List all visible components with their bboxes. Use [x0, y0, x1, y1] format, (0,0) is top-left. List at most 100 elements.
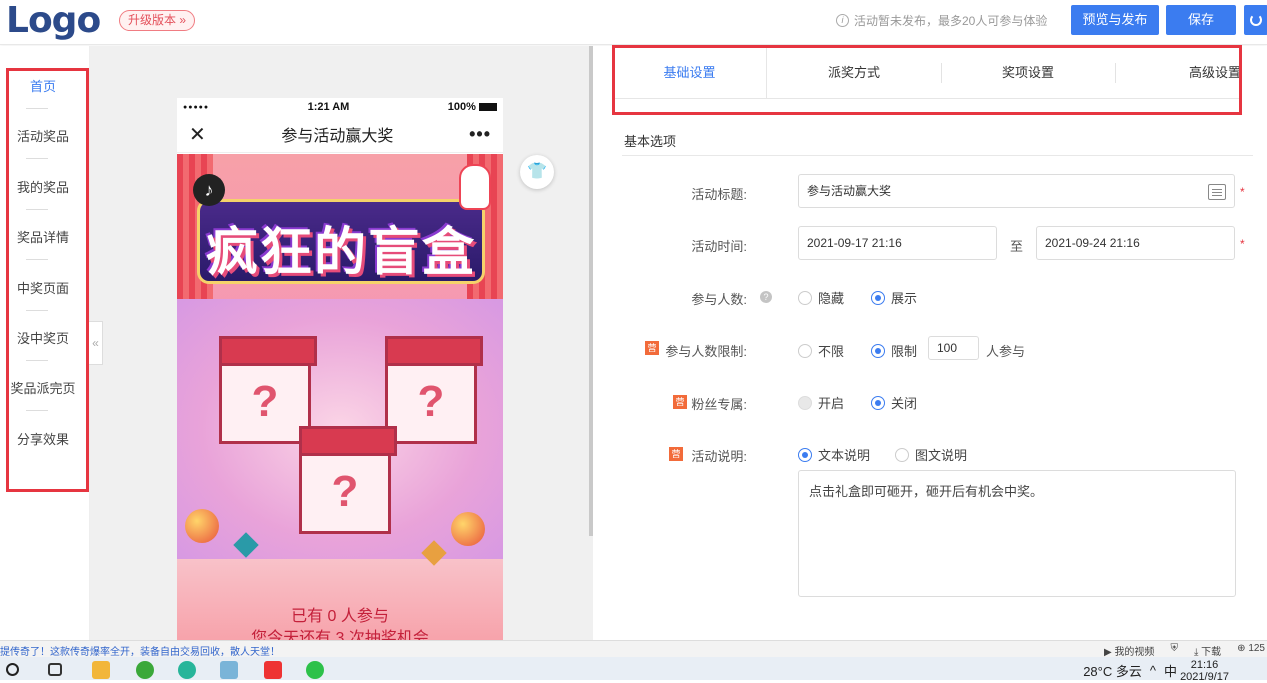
power-icon — [1250, 14, 1262, 26]
participants-show-radio[interactable]: 展示 — [871, 288, 917, 307]
radio-circle — [798, 343, 812, 358]
box-question-mark: ? — [417, 377, 445, 426]
limit-limited-radio[interactable]: 限制 — [871, 341, 917, 360]
radio-label: 展示 — [891, 291, 918, 306]
my-video-link[interactable]: ▶ 我的视频 — [1104, 643, 1154, 658]
notice-text: 活动暂未发布，最多20人可参与体验 — [854, 14, 1048, 28]
file-explorer-icon[interactable] — [92, 661, 110, 679]
system-tray: 28°C 多云 ^ 中 — [1083, 661, 1177, 680]
blind-box-banner[interactable]: 疯狂的盲盒 ♪ ? ? ? 已有 0 人参与 您今天还有 3 次抽奖机会 — [177, 154, 503, 640]
preview-publish-button[interactable]: 预览与发布 — [1071, 5, 1159, 35]
mascot-image — [459, 164, 491, 210]
more-icon[interactable]: ••• — [469, 124, 491, 145]
download-link[interactable]: ⤓ 下载 — [1194, 643, 1221, 658]
logout-button[interactable] — [1244, 5, 1267, 35]
help-icon[interactable]: ? — [760, 291, 772, 303]
radio-circle — [798, 447, 812, 462]
tabs-highlight-box — [612, 45, 1242, 115]
join-count-text: 已有 0 人参与 — [291, 608, 389, 625]
battery-percent: 100% — [447, 101, 476, 113]
app-icon[interactable] — [178, 661, 196, 679]
radio-circle — [871, 343, 885, 358]
sidebar-highlight-box — [6, 68, 89, 492]
phone-nav-bar: ✕ 参与活动赢大奖 ••• — [177, 116, 503, 153]
blind-box[interactable]: ? — [219, 336, 317, 444]
info-icon: i — [836, 14, 849, 27]
publish-notice: i 活动暂未发布，最多20人可参与体验 — [836, 12, 1047, 29]
required-mark: * — [1240, 237, 1245, 251]
fans-on-radio[interactable]: 开启 — [798, 393, 844, 412]
clock[interactable]: 21:16 2021/9/17 — [1180, 659, 1229, 683]
task-view-icon[interactable] — [48, 663, 62, 676]
activity-title-value: 参与活动赢大奖 — [807, 184, 892, 198]
logo: Logo — [6, 0, 101, 41]
upgrade-version-button[interactable]: 升级版本 » — [119, 10, 196, 31]
phone-status-bar: ●●●●● 1:21 AM 100% — [177, 98, 503, 116]
decor-ball — [451, 512, 485, 546]
desc-text-radio[interactable]: 文本说明 — [798, 445, 870, 464]
collapse-sidebar-toggle[interactable]: « — [89, 321, 103, 365]
participants-label: 参与人数: — [691, 292, 747, 307]
clock-time: 21:16 — [1190, 659, 1219, 671]
save-button[interactable]: 保存 — [1166, 5, 1236, 35]
shield-icon[interactable]: ⛨ — [1170, 643, 1178, 658]
radio-label: 关闭 — [891, 396, 918, 411]
desc-image-text-radio[interactable]: 图文说明 — [895, 445, 967, 464]
activity-title-input[interactable]: 参与活动赢大奖 — [798, 174, 1235, 208]
participants-hide-radio[interactable]: 隐藏 — [798, 288, 844, 307]
decor-ball — [185, 509, 219, 543]
section-title: 基本选项 — [624, 134, 677, 149]
signal-icon: ●●●●● — [183, 103, 210, 111]
box-question-mark: ? — [331, 467, 359, 516]
settings-panel: 基础设置 派奖方式 奖项设置 高级设置 基本选项 活动标题: 参与活动赢大奖 *… — [593, 45, 1267, 640]
phone-page-title: 参与活动赢大奖 — [281, 128, 394, 145]
phone-preview: ●●●●● 1:21 AM 100% ✕ 参与活动赢大奖 ••• 疯狂的盲盒 ♪… — [177, 98, 503, 640]
clock-date: 2021/9/17 — [1180, 671, 1229, 683]
banner-title: 疯狂的盲盒 — [205, 223, 476, 283]
radio-circle — [871, 395, 885, 410]
wechat-icon[interactable] — [306, 661, 324, 679]
windows-taskbar: 28°C 多云 ^ 中 21:16 2021/9/17 — [0, 657, 1267, 683]
participant-limit-label: 参与人数限制: — [665, 344, 747, 359]
app-icon[interactable] — [220, 661, 238, 679]
blind-box[interactable]: ? — [299, 426, 397, 534]
close-icon[interactable]: ✕ — [189, 122, 206, 147]
activity-description-textarea[interactable]: 点击礼盒即可砸开，砸开后有机会中奖。 — [798, 470, 1236, 597]
wps-icon[interactable] — [264, 661, 282, 679]
zoom-level[interactable]: ⊕ 125 — [1237, 643, 1265, 658]
radio-circle — [871, 290, 885, 305]
ad-ticker[interactable]: 提传奇了！这款传奇爆率全开，装备自由交易回收，散人天堂！ — [0, 643, 280, 658]
required-mark: * — [1240, 185, 1245, 199]
activity-title-label: 活动标题: — [691, 187, 747, 202]
status-tools: ▶ 我的视频 ⛨ ⤓ 下载 ⊕ 125 — [1104, 643, 1265, 658]
top-header: Logo 升级版本 » i 活动暂未发布，最多20人可参与体验 预览与发布 保存 — [0, 0, 1267, 45]
limit-suffix: 人参与 — [986, 344, 1026, 359]
activity-description-label: 活动说明: — [691, 449, 747, 464]
ime-indicator[interactable]: 中 — [1164, 661, 1177, 680]
weather-widget[interactable]: 28°C 多云 — [1083, 661, 1142, 680]
music-icon[interactable]: ♪ — [193, 174, 225, 206]
browser-status-bar: 提传奇了！这款传奇爆率全开，装备自由交易回收，散人天堂！ ▶ 我的视频 ⛨ ⤓ … — [0, 640, 1267, 658]
radio-circle — [798, 395, 812, 410]
banner-title-board: 疯狂的盲盒 — [197, 199, 485, 284]
activity-time-label: 活动时间: — [691, 239, 747, 254]
search-icon[interactable] — [6, 663, 19, 676]
limit-unlimited-radio[interactable]: 不限 — [798, 341, 844, 360]
battery-indicator: 100% — [448, 101, 497, 113]
chevron-up-icon[interactable]: ^ — [1150, 663, 1156, 678]
start-time-input[interactable]: 2021-09-17 21:16 — [798, 226, 997, 260]
end-time-input[interactable]: 2021-09-24 21:16 — [1036, 226, 1235, 260]
radio-label: 限制 — [891, 344, 918, 359]
blind-box[interactable]: ? — [385, 336, 483, 444]
box-question-mark: ? — [251, 377, 279, 426]
radio-label: 图文说明 — [915, 448, 968, 463]
fans-off-radio[interactable]: 关闭 — [871, 393, 917, 412]
radio-label: 不限 — [818, 344, 845, 359]
radio-label: 开启 — [818, 396, 845, 411]
limit-count-input[interactable]: 100 — [928, 336, 979, 360]
browser-icon[interactable] — [136, 661, 154, 679]
theme-shirt-icon[interactable]: 👕 — [520, 155, 554, 189]
radio-label: 隐藏 — [818, 291, 845, 306]
text-template-icon[interactable] — [1208, 184, 1226, 200]
phone-time: 1:21 AM — [307, 101, 350, 113]
